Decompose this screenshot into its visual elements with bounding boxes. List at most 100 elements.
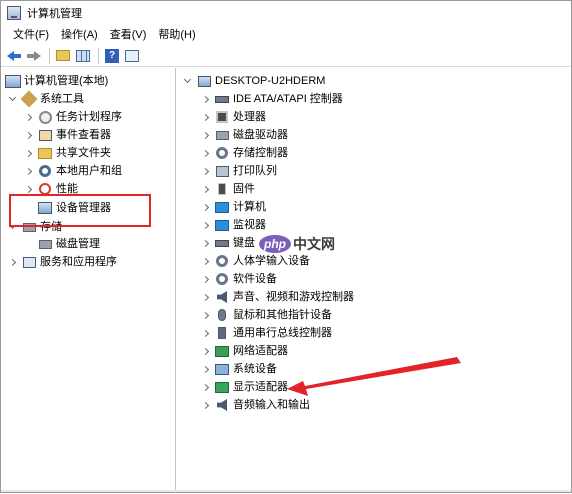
tree-item-event-viewer[interactable]: 事件查看器 xyxy=(23,126,111,144)
storage-controller-icon xyxy=(214,145,230,161)
up-folder-icon xyxy=(56,50,70,61)
expand-icon[interactable] xyxy=(200,198,210,216)
tree-item-label: 任务计划程序 xyxy=(56,111,122,123)
annotation-highlight-box xyxy=(9,194,151,227)
menu-bar: 文件(F) 操作(A) 查看(V) 帮助(H) xyxy=(1,25,571,45)
device-category-keyboards[interactable]: 键盘 xyxy=(200,234,255,252)
expand-icon[interactable] xyxy=(200,90,210,108)
tree-item-local-users-groups[interactable]: 本地用户和组 xyxy=(23,162,122,180)
device-category-label: 软件设备 xyxy=(233,273,277,285)
network-adapter-icon xyxy=(214,343,230,359)
back-button[interactable] xyxy=(5,47,23,65)
tree-item-disk-management[interactable]: 磁盘管理 xyxy=(33,235,100,253)
properties-icon xyxy=(125,49,139,62)
device-category-firmware[interactable]: 固件 xyxy=(200,180,255,198)
expand-icon[interactable] xyxy=(23,126,33,144)
expand-icon[interactable] xyxy=(200,378,210,396)
hid-icon xyxy=(214,253,230,269)
computer-management-icon xyxy=(5,73,21,89)
menu-file[interactable]: 文件(F) xyxy=(7,26,55,44)
forward-button[interactable] xyxy=(25,47,43,65)
expand-icon[interactable] xyxy=(200,144,210,162)
expand-icon[interactable] xyxy=(200,360,210,378)
device-category-storage-controllers[interactable]: 存储控制器 xyxy=(200,144,288,162)
expand-icon[interactable] xyxy=(23,108,33,126)
help-button[interactable]: ? xyxy=(103,47,121,65)
disk-drive-icon xyxy=(214,127,230,143)
properties-button[interactable] xyxy=(123,47,141,65)
tree-item-label: 服务和应用程序 xyxy=(40,256,117,268)
device-category-ide[interactable]: IDE ATA/ATAPI 控制器 xyxy=(200,90,343,108)
expand-icon[interactable] xyxy=(200,324,210,342)
firmware-icon xyxy=(214,181,230,197)
speaker-icon xyxy=(214,397,230,413)
toolbar-separator xyxy=(98,47,99,64)
computer-management-icon xyxy=(7,6,21,20)
computer-management-window: 计算机管理 文件(F) 操作(A) 查看(V) 帮助(H) ? 计算机管理(本地… xyxy=(0,0,572,493)
expand-icon[interactable] xyxy=(200,234,210,252)
expand-icon[interactable] xyxy=(200,270,210,288)
expand-icon[interactable] xyxy=(200,126,210,144)
expand-icon[interactable] xyxy=(23,144,33,162)
tree-item-label: 系统工具 xyxy=(40,93,84,105)
computer-icon xyxy=(196,73,212,89)
device-category-label: 网络适配器 xyxy=(233,345,288,357)
device-category-processor[interactable]: 处理器 xyxy=(200,108,266,126)
device-category-hid[interactable]: 人体学输入设备 xyxy=(200,252,310,270)
device-category-network-adapters[interactable]: 网络适配器 xyxy=(200,342,288,360)
clock-icon xyxy=(37,109,53,125)
device-category-label: 音频输入和输出 xyxy=(233,399,310,411)
expand-icon[interactable] xyxy=(200,306,210,324)
menu-action[interactable]: 操作(A) xyxy=(55,26,104,44)
device-category-label: 鼠标和其他指针设备 xyxy=(233,309,332,321)
device-tree-root[interactable]: DESKTOP-U2HDERM xyxy=(182,72,325,90)
device-category-sound[interactable]: 声音、视频和游戏控制器 xyxy=(200,288,354,306)
expand-icon[interactable] xyxy=(200,252,210,270)
device-category-label: 系统设备 xyxy=(233,363,277,375)
device-category-mice[interactable]: 鼠标和其他指针设备 xyxy=(200,306,332,324)
device-category-usb[interactable]: 通用串行总线控制器 xyxy=(200,324,332,342)
keyboard-icon xyxy=(214,235,230,251)
tree-item-label: 共享文件夹 xyxy=(56,147,111,159)
expand-icon[interactable] xyxy=(200,216,210,234)
tree-item-system-tools[interactable]: 系统工具 xyxy=(7,90,84,108)
menu-view[interactable]: 查看(V) xyxy=(104,26,153,44)
event-viewer-icon xyxy=(37,127,53,143)
device-category-audio-io[interactable]: 音频输入和输出 xyxy=(200,396,310,414)
device-category-system-devices[interactable]: 系统设备 xyxy=(200,360,277,378)
expand-icon[interactable] xyxy=(200,180,210,198)
title-bar: 计算机管理 xyxy=(1,1,571,25)
device-category-label: 处理器 xyxy=(233,111,266,123)
tree-item-services-apps[interactable]: 服务和应用程序 xyxy=(7,253,117,271)
expand-icon[interactable] xyxy=(200,162,210,180)
expand-icon[interactable] xyxy=(200,108,210,126)
device-category-software-devices[interactable]: 软件设备 xyxy=(200,270,277,288)
show-hide-tree-button[interactable] xyxy=(74,47,92,65)
expand-icon[interactable] xyxy=(200,396,210,414)
tree-item-root[interactable]: 计算机管理(本地) xyxy=(5,72,108,90)
processor-icon xyxy=(214,109,230,125)
device-category-label: 存储控制器 xyxy=(233,147,288,159)
monitor-icon xyxy=(214,217,230,233)
device-category-print-queues[interactable]: 打印队列 xyxy=(200,162,277,180)
tree-item-shared-folders[interactable]: 共享文件夹 xyxy=(23,144,111,162)
watermark: php 中文网 xyxy=(259,234,335,254)
collapse-icon[interactable] xyxy=(182,72,192,90)
device-category-computer[interactable]: 计算机 xyxy=(200,198,266,216)
expand-icon[interactable] xyxy=(23,162,33,180)
show-hide-tree-icon xyxy=(76,49,90,62)
device-category-monitors[interactable]: 监视器 xyxy=(200,216,266,234)
device-category-disk-drives[interactable]: 磁盘驱动器 xyxy=(200,126,288,144)
ide-controller-icon xyxy=(214,91,230,107)
device-category-label: 显示适配器 xyxy=(233,381,288,393)
collapse-icon[interactable] xyxy=(7,90,17,108)
device-category-display-adapters[interactable]: 显示适配器 xyxy=(200,378,288,396)
expand-icon[interactable] xyxy=(7,253,17,271)
navigation-tree: 计算机管理(本地) 系统工具 任务计划程序 事件查看器 共享文件夹 本地用户和组 xyxy=(1,68,176,493)
expand-icon[interactable] xyxy=(200,288,210,306)
up-folder-button[interactable] xyxy=(54,47,72,65)
expand-icon[interactable] xyxy=(200,342,210,360)
menu-help[interactable]: 帮助(H) xyxy=(152,26,201,44)
tree-item-task-scheduler[interactable]: 任务计划程序 xyxy=(23,108,122,126)
device-category-label: 打印队列 xyxy=(233,165,277,177)
